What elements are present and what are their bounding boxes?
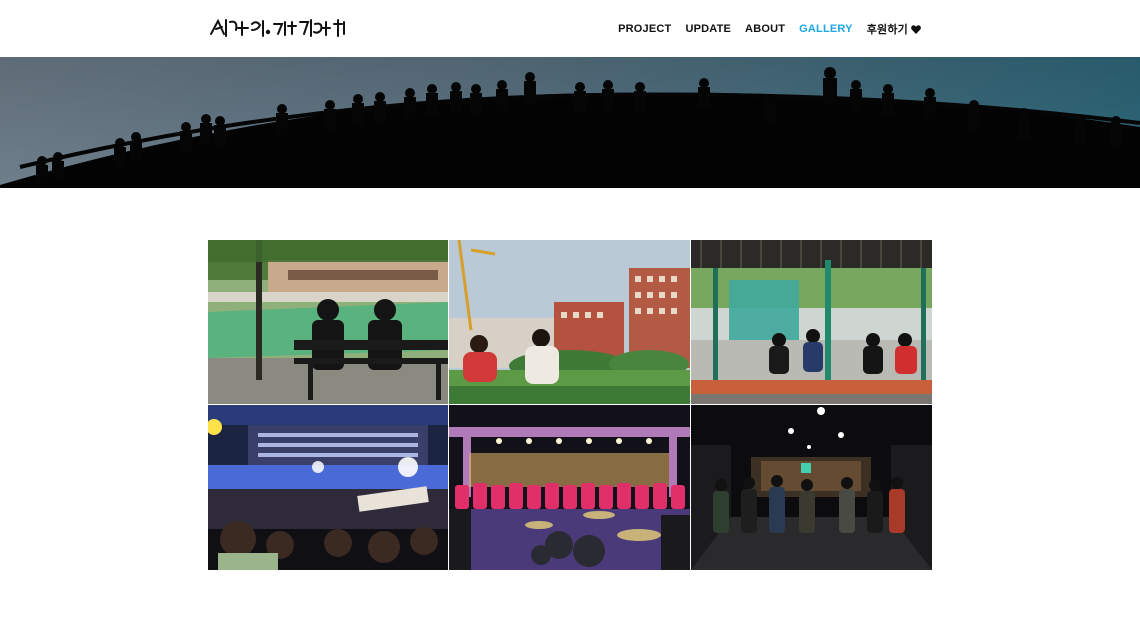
site-logo[interactable] bbox=[208, 16, 348, 40]
gallery-photo-1[interactable] bbox=[208, 240, 448, 404]
photo-bench-schoolyard-image bbox=[208, 240, 448, 404]
gallery-photo-5[interactable] bbox=[449, 405, 690, 570]
photo-pavilion-court-image bbox=[691, 240, 932, 404]
hero-banner bbox=[0, 57, 1140, 188]
photo-concert-stage-image bbox=[449, 405, 690, 570]
nav-gallery[interactable]: GALLERY bbox=[799, 23, 853, 35]
gallery-photo-6[interactable] bbox=[691, 405, 932, 570]
main-nav: PROJECT UPDATE ABOUT GALLERY 후원하기 bbox=[618, 21, 921, 37]
gallery-photo-4[interactable] bbox=[208, 405, 448, 570]
crowd-silhouette-image bbox=[0, 57, 1140, 188]
heart-icon bbox=[911, 24, 921, 34]
logo-calligraphy-icon bbox=[210, 18, 345, 37]
nav-donate[interactable]: 후원하기 bbox=[867, 21, 921, 37]
nav-about[interactable]: ABOUT bbox=[745, 23, 785, 35]
gallery-photo-3[interactable] bbox=[691, 240, 932, 404]
nav-update[interactable]: UPDATE bbox=[685, 23, 731, 35]
photo-theater-stage-image bbox=[691, 405, 932, 570]
photo-field-buildings-image bbox=[449, 240, 690, 404]
gallery-photo-2[interactable] bbox=[449, 240, 690, 404]
nav-donate-label: 후원하기 bbox=[866, 24, 908, 36]
nav-project[interactable]: PROJECT bbox=[618, 23, 671, 35]
photo-gallery bbox=[208, 240, 932, 570]
site-header: PROJECT UPDATE ABOUT GALLERY 후원하기 bbox=[0, 0, 1140, 57]
photo-gymnasium-performance-image bbox=[208, 405, 448, 570]
